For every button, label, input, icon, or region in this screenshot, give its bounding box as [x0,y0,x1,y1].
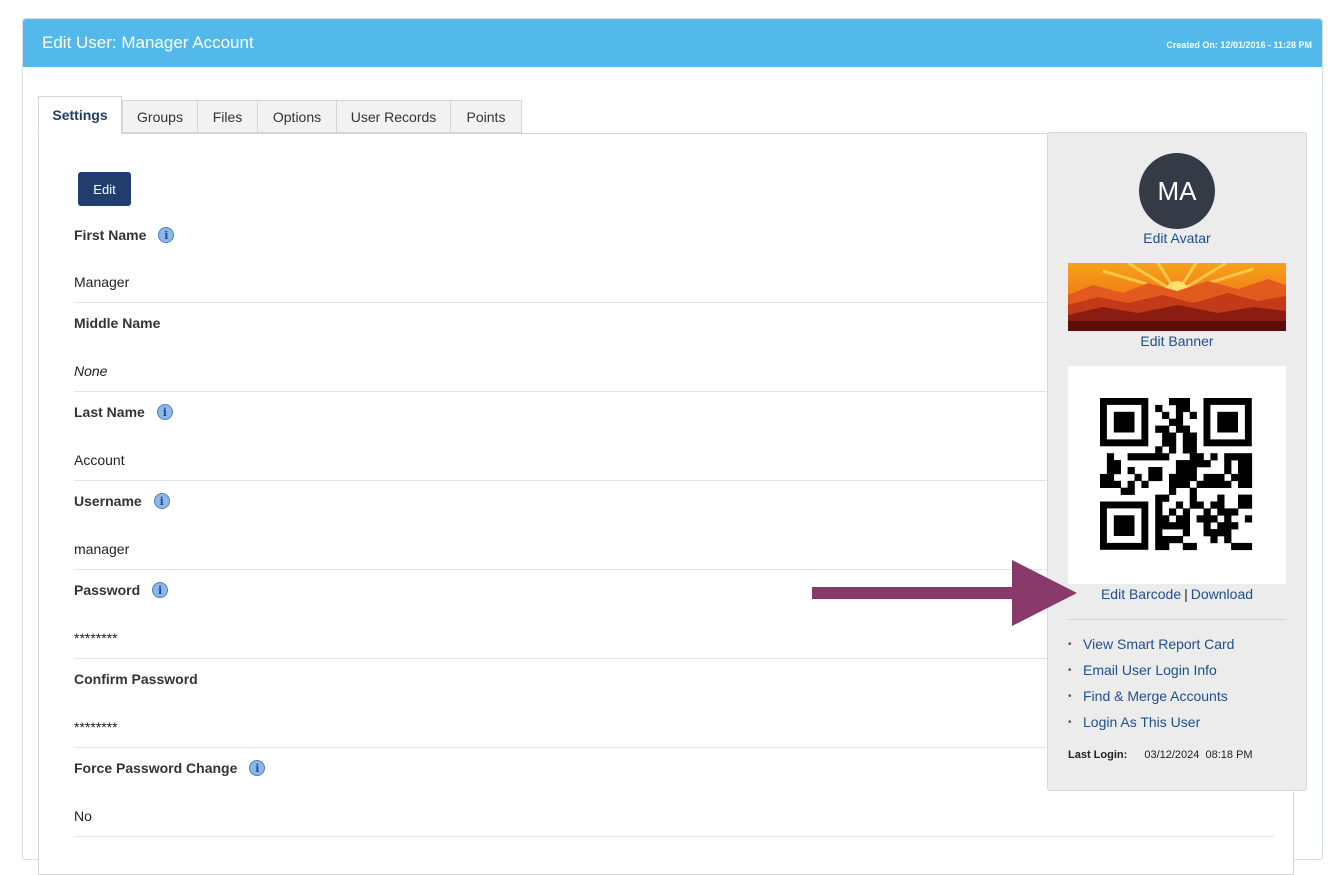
find-merge-accounts-link[interactable]: Find & Merge Accounts [1083,688,1228,704]
tab-settings[interactable]: Settings [38,96,122,134]
password-label-text: Password [74,582,141,598]
last-login-value: 03/12/2024 08:18 PM [1144,749,1253,761]
tab-user-records[interactable]: User Records [336,100,451,133]
panel-header: Edit User: Manager Account Created On: 1… [23,19,1322,67]
username-value: manager [74,541,130,557]
bullet: • [1068,639,1072,650]
divider [1068,619,1286,620]
link-separator: | [1184,586,1188,602]
info-icon[interactable]: i [156,404,173,420]
page-title: Edit User: Manager Account [42,33,254,52]
action-list: • View Smart Report Card • Email User Lo… [1068,636,1234,740]
tab-options[interactable]: Options [257,100,337,133]
bullet: • [1068,717,1072,728]
divider [74,836,1274,837]
tab-points[interactable]: Points [450,100,522,133]
list-item: • Find & Merge Accounts [1068,688,1234,714]
banner-image [1068,263,1286,331]
profile-sidebar: MA Edit Avatar Edit Banner Edit Barcode … [1047,132,1307,791]
info-icon[interactable]: i [158,227,175,243]
download-link[interactable]: Download [1191,586,1253,602]
password-value: ******** [74,630,118,646]
edit-barcode-link[interactable]: Edit Barcode [1101,586,1181,602]
confirm-password-value: ******** [74,719,118,735]
force-password-change-label: Force Password Change i [74,758,266,778]
list-item: • Login As This User [1068,714,1234,740]
force-password-change-value: No [74,808,92,824]
username-label-text: Username [74,493,142,509]
created-on-text: Created On: 12/01/2016 - 11:28 PM [1166,40,1312,50]
confirm-password-label-text: Confirm Password [74,671,198,687]
username-label: Username i [74,491,170,511]
tab-files[interactable]: Files [197,100,258,133]
force-password-change-label-text: Force Password Change [74,760,238,776]
middle-name-label-text: Middle Name [74,315,161,331]
email-user-login-info-link[interactable]: Email User Login Info [1083,662,1217,678]
avatar: MA [1139,153,1215,229]
password-label: Password i [74,580,169,600]
bullet: • [1068,665,1072,676]
confirm-password-label: Confirm Password [74,669,198,689]
middle-name-value: None [74,363,108,379]
list-item: • View Smart Report Card [1068,636,1234,662]
info-icon[interactable]: i [152,582,169,598]
last-login-label: Last Login: [1068,749,1128,761]
middle-name-label: Middle Name [74,313,160,333]
bullet: • [1068,691,1072,702]
last-login: Last Login: 03/12/2024 08:18 PM [1068,749,1253,761]
edit-button[interactable]: Edit [78,172,131,206]
last-name-label: Last Name i [74,402,173,422]
tab-groups[interactable]: Groups [122,100,198,133]
login-as-this-user-link[interactable]: Login As This User [1083,714,1200,730]
barcode-links: Edit Barcode | Download [1048,586,1306,602]
first-name-label: First Name i [74,225,175,245]
qr-code-icon [1068,366,1286,584]
edit-avatar-link[interactable]: Edit Avatar [1048,230,1306,246]
last-name-value: Account [74,452,125,468]
info-icon[interactable]: i [153,493,170,509]
info-icon[interactable]: i [249,760,266,776]
view-smart-report-card-link[interactable]: View Smart Report Card [1083,636,1234,652]
edit-banner-link[interactable]: Edit Banner [1048,333,1306,349]
first-name-label-text: First Name [74,227,147,243]
list-item: • Email User Login Info [1068,662,1234,688]
last-name-label-text: Last Name [74,404,145,420]
first-name-value: Manager [74,274,130,290]
arrow-annotation-icon [812,560,1077,626]
